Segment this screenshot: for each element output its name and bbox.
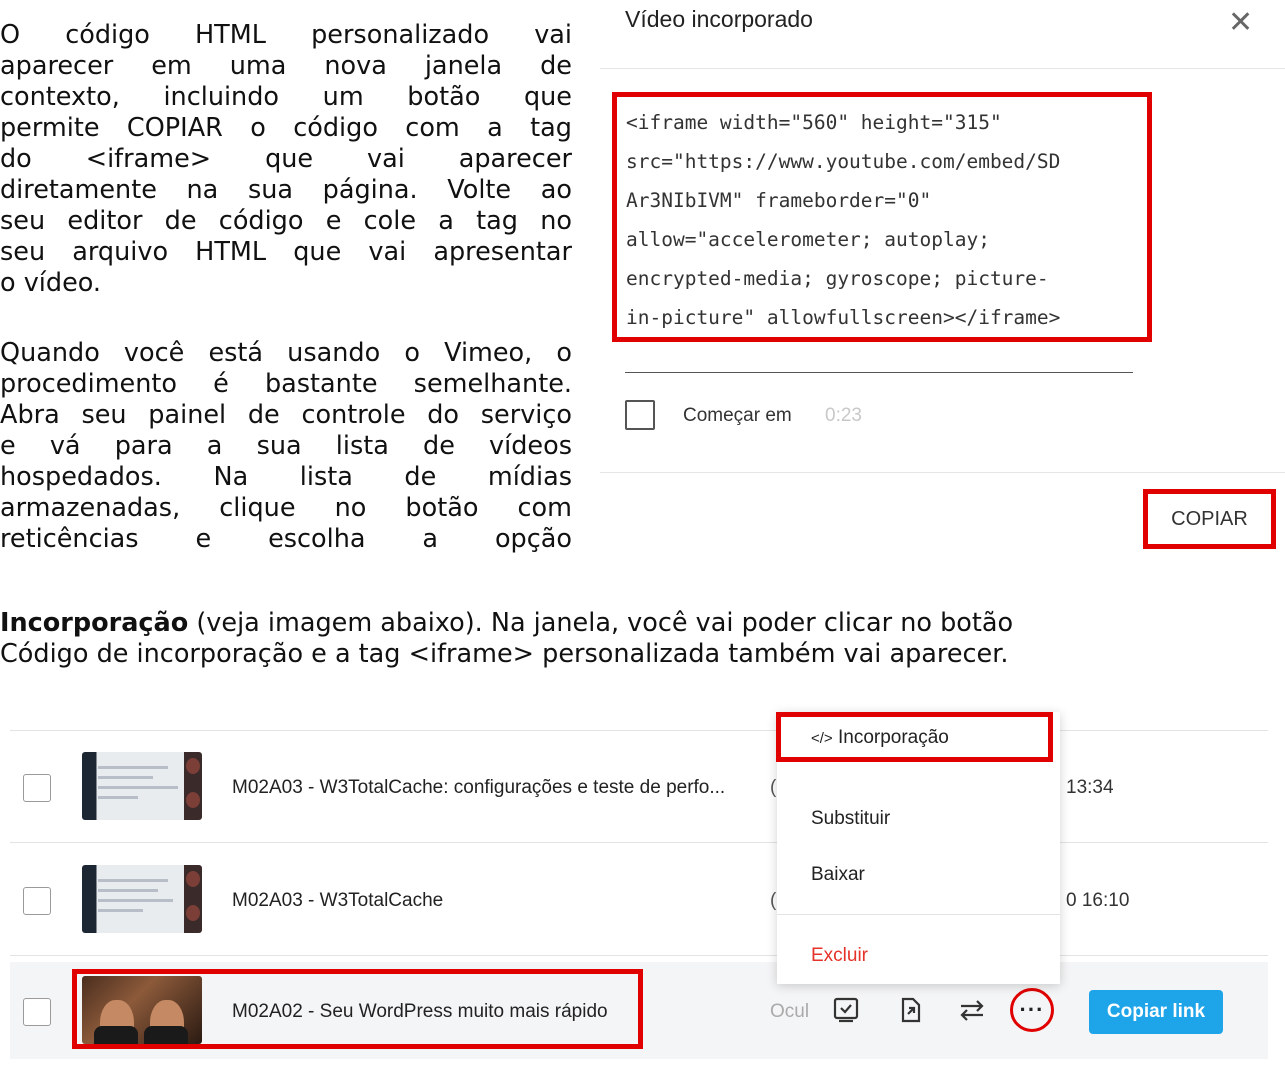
copy-link-button[interactable]: Copiar link bbox=[1089, 990, 1223, 1034]
video-date: 13:34 bbox=[1066, 777, 1114, 798]
table-row[interactable]: M02A03 - W3TotalCache: configurações e t… bbox=[0, 732, 1285, 844]
text-line: Código de incorporação e a tag <iframe> … bbox=[0, 639, 1009, 669]
swap-icon[interactable] bbox=[958, 996, 986, 1024]
menu-item-delete[interactable]: Excluir bbox=[811, 945, 868, 967]
menu-item-label: Incorporação bbox=[837, 727, 949, 748]
copy-button[interactable]: COPIAR bbox=[1143, 489, 1276, 549]
start-at-time[interactable]: 0:23 bbox=[825, 405, 862, 427]
video-thumbnail[interactable] bbox=[82, 865, 202, 933]
text-line: contexto, incluindo um botão que bbox=[0, 82, 572, 112]
divider bbox=[625, 372, 1133, 373]
text-line: aparecer em uma nova janela de bbox=[0, 51, 572, 81]
more-icon[interactable]: ··· bbox=[1010, 988, 1054, 1032]
text-line: diretamente na sua página. Volte ao bbox=[0, 175, 572, 205]
row-checkbox[interactable] bbox=[23, 887, 51, 915]
video-thumbnail[interactable] bbox=[82, 752, 202, 820]
share-icon[interactable] bbox=[896, 996, 924, 1024]
divider bbox=[10, 730, 1268, 731]
status-fragment: Ocul bbox=[770, 1001, 810, 1022]
menu-item-download[interactable]: Baixar bbox=[811, 864, 865, 886]
video-title[interactable]: M02A03 - W3TotalCache: configurações e t… bbox=[232, 777, 725, 799]
text-line: o vídeo. bbox=[0, 268, 102, 298]
status-fragment: ( bbox=[770, 890, 777, 911]
text-line: do <iframe> que vai aparecer bbox=[0, 144, 572, 174]
embed-code: <iframe width="560" height="315" src="ht… bbox=[626, 111, 1061, 329]
options-menu: </> Incorporação Substituir Baixar Exclu… bbox=[777, 712, 1060, 984]
menu-item-replace[interactable]: Substituir bbox=[811, 808, 890, 830]
text-line: Abra seu painel de controle do serviço bbox=[0, 400, 572, 430]
close-icon[interactable]: ✕ bbox=[1228, 8, 1253, 38]
paragraph-intro: O código HTML personalizado vai aparecer… bbox=[0, 20, 572, 299]
vimeo-video-list: M02A03 - W3TotalCache: configurações e t… bbox=[0, 700, 1285, 1059]
table-row[interactable]: M02A03 - W3TotalCache ( 0 16:10 bbox=[0, 845, 1285, 957]
bold-term: Incorporação bbox=[0, 608, 189, 638]
text-line: armazenadas, clique no botão com bbox=[0, 493, 572, 523]
text-fragment: (veja imagem abaixo). Na janela, você va… bbox=[188, 608, 1014, 638]
highlight-box bbox=[72, 969, 643, 1049]
paragraph-vimeo-continued: Incorporação (veja imagem abaixo). Na ja… bbox=[0, 608, 1285, 670]
text-line: reticências e escolha a opção bbox=[0, 524, 572, 554]
status-fragment: ( bbox=[770, 777, 777, 798]
menu-item-embed[interactable]: </> Incorporação bbox=[811, 727, 949, 749]
text-line: e vá para a sua lista de vídeos bbox=[0, 431, 572, 461]
text-line: Incorporação (veja imagem abaixo). Na ja… bbox=[0, 608, 1285, 639]
video-title[interactable]: M02A03 - W3TotalCache bbox=[232, 890, 443, 912]
row-checkbox[interactable] bbox=[23, 774, 51, 802]
embed-code-box[interactable]: <iframe width="560" height="315" src="ht… bbox=[612, 92, 1152, 342]
text-line: seu editor de código e cole a tag no bbox=[0, 206, 572, 236]
text-line: hospedados. Na lista de mídias bbox=[0, 462, 572, 492]
row-checkbox[interactable] bbox=[23, 998, 51, 1026]
text-line: Quando você está usando o Vimeo, o bbox=[0, 338, 572, 368]
start-at-checkbox[interactable] bbox=[625, 400, 655, 430]
text-line: permite COPIAR o código com a tag bbox=[0, 113, 572, 143]
start-at-label: Começar em bbox=[683, 405, 792, 426]
code-icon: </> bbox=[811, 730, 833, 747]
review-icon[interactable] bbox=[832, 996, 860, 1024]
divider bbox=[600, 68, 1285, 69]
text-line: O código HTML personalizado vai bbox=[0, 20, 572, 50]
embed-dialog: Vídeo incorporado ✕ <iframe width="560" … bbox=[600, 0, 1285, 590]
video-date: 0 16:10 bbox=[1066, 890, 1130, 911]
paragraph-vimeo: Quando você está usando o Vimeo, o proce… bbox=[0, 338, 572, 555]
divider bbox=[777, 914, 1060, 915]
text-line: procedimento é bastante semelhante. bbox=[0, 369, 572, 399]
divider bbox=[600, 472, 1285, 473]
text-line: seu arquivo HTML que vai apresentar bbox=[0, 237, 572, 267]
dialog-title: Vídeo incorporado bbox=[625, 6, 813, 32]
